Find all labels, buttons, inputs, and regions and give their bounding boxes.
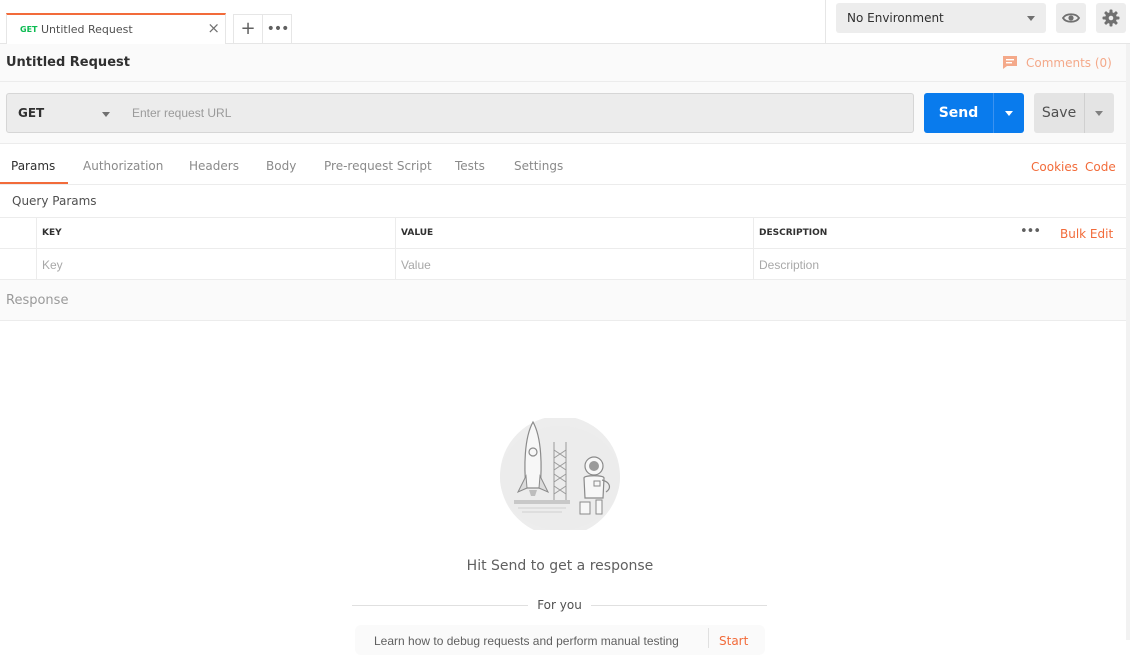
tab-body[interactable]: Body [266, 159, 296, 173]
gear-icon [1102, 9, 1120, 27]
new-tab-button[interactable]: + [234, 15, 263, 44]
value-placeholder: Value [401, 258, 431, 272]
request-title-row: Untitled Request Comments (0) [0, 44, 1126, 82]
key-placeholder: Key [42, 258, 63, 272]
rocket-astronaut-illustration [500, 418, 620, 530]
comments-label: Comments (0) [1026, 56, 1112, 70]
tab-params[interactable]: Params [11, 159, 55, 173]
response-header: Response [0, 280, 1126, 321]
caret-down-icon [1027, 16, 1035, 21]
tab-authorization[interactable]: Authorization [83, 159, 163, 173]
tab-tests[interactable]: Tests [455, 159, 485, 173]
caret-down-icon [1095, 111, 1103, 116]
key-header-label: KEY [42, 228, 62, 238]
comment-icon [1003, 56, 1017, 69]
tab-headers[interactable]: Headers [189, 159, 239, 173]
tip-text: Learn how to debug requests and perform … [374, 634, 679, 648]
cookies-link[interactable]: Cookies [1031, 160, 1078, 174]
request-subtabs: Params Authorization Headers Body Pre-re… [0, 144, 1126, 185]
key-column-header: KEY [36, 218, 395, 248]
divider [825, 0, 826, 44]
params-header-row: KEY VALUE DESCRIPTION ••• Bulk Edit [0, 218, 1126, 249]
key-field[interactable]: Key [36, 249, 395, 279]
params-table: KEY VALUE DESCRIPTION ••• Bulk Edit Key … [0, 217, 1126, 280]
code-link[interactable]: Code [1085, 160, 1116, 174]
description-header-label: DESCRIPTION [759, 228, 828, 238]
request-tab-method: GET [20, 25, 38, 34]
more-icon[interactable]: ••• [1020, 224, 1041, 239]
scrollbar[interactable] [1126, 44, 1130, 640]
save-options-button[interactable] [1084, 93, 1114, 133]
close-icon[interactable]: × [207, 21, 220, 36]
description-placeholder: Description [759, 258, 820, 272]
bulk-edit-link[interactable]: Bulk Edit [1060, 227, 1113, 241]
environment-select[interactable]: No Environment [836, 3, 1046, 33]
caret-down-icon [1005, 111, 1013, 116]
tab-pre-request-script[interactable]: Pre-request Script [324, 159, 432, 173]
method-select-value: GET [18, 106, 45, 120]
response-label: Response [6, 293, 69, 308]
tab-actions: + ••• [233, 14, 292, 44]
request-tab[interactable]: GET Untitled Request × [6, 13, 226, 44]
start-link[interactable]: Start [719, 634, 748, 648]
tip-card: Learn how to debug requests and perform … [355, 625, 765, 655]
environment-select-value: No Environment [847, 11, 944, 25]
divider [708, 628, 709, 648]
active-tab-indicator [0, 182, 68, 184]
description-field[interactable]: Description [753, 249, 1126, 279]
request-title[interactable]: Untitled Request [6, 55, 130, 70]
url-bar: GET Send Save [0, 82, 1126, 144]
request-tab-title: Untitled Request [41, 23, 133, 36]
send-options-button[interactable] [993, 93, 1024, 133]
for-you-divider: For you [352, 598, 767, 612]
tab-bar: GET Untitled Request × + ••• No Environm… [0, 0, 1130, 44]
value-column-header: VALUE [395, 218, 753, 248]
method-select[interactable]: GET [6, 93, 123, 133]
save-button[interactable]: Save [1034, 93, 1084, 133]
value-field[interactable]: Value [395, 249, 753, 279]
for-you-label: For you [537, 598, 582, 612]
eye-icon [1061, 13, 1081, 23]
query-params-label: Query Params [12, 194, 97, 208]
environment-quick-look-button[interactable] [1056, 3, 1086, 33]
caret-down-icon [102, 112, 110, 117]
empty-response-message: Hit Send to get a response [466, 558, 654, 574]
url-input[interactable] [122, 93, 914, 133]
send-button[interactable]: Send [924, 93, 993, 133]
table-row: Key Value Description [0, 249, 1126, 280]
settings-button[interactable] [1096, 3, 1126, 33]
tab-more-button[interactable]: ••• [263, 15, 292, 44]
tab-settings[interactable]: Settings [514, 159, 563, 173]
value-header-label: VALUE [401, 228, 434, 238]
